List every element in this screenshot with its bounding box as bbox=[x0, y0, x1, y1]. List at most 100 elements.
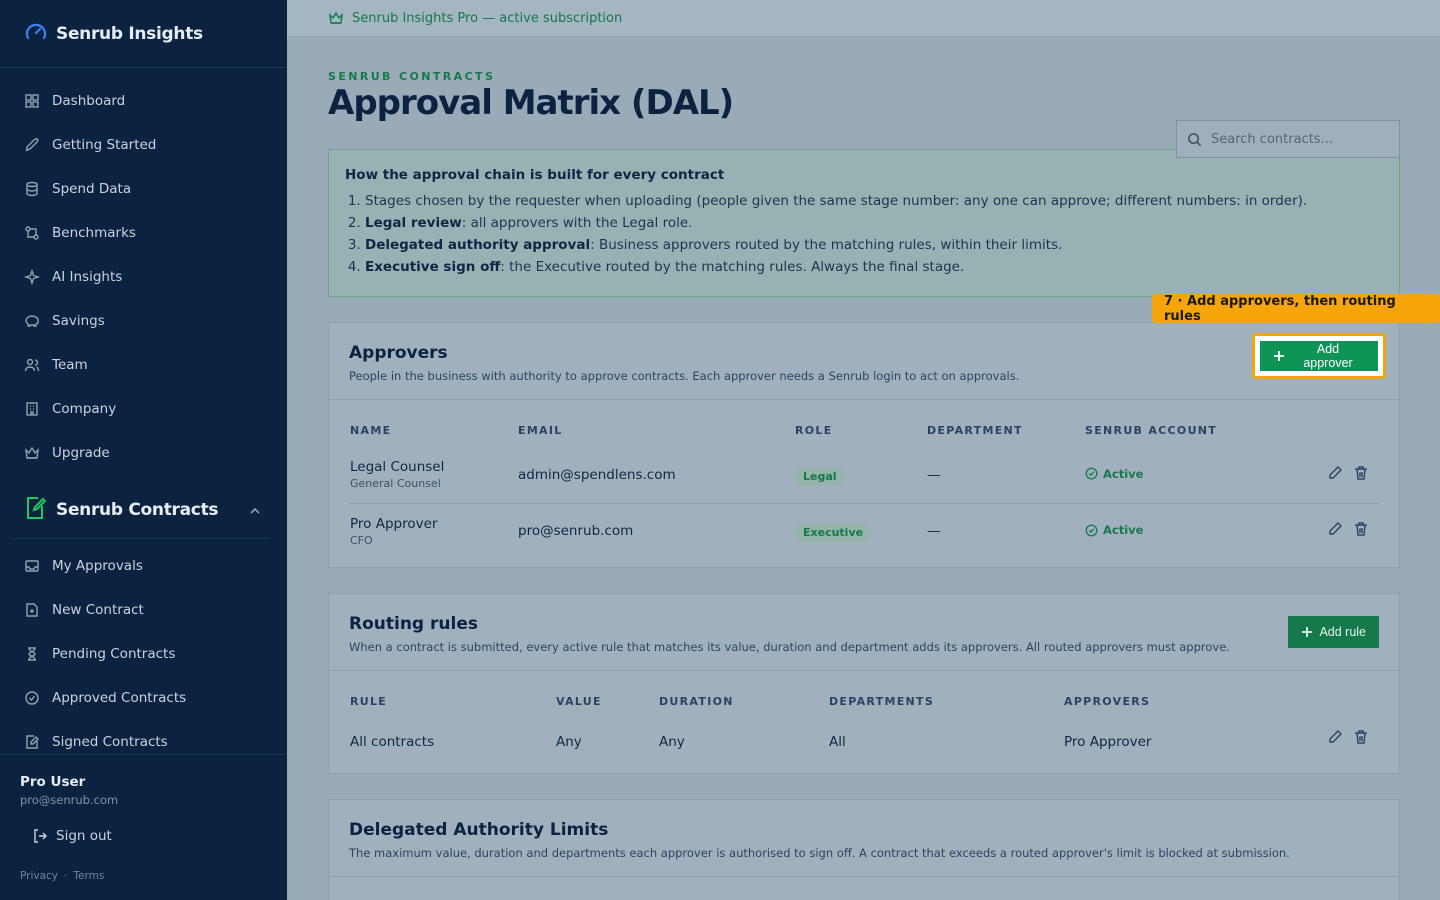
approvers-title: Approvers bbox=[349, 343, 448, 363]
users-icon bbox=[24, 357, 40, 373]
table-row[interactable]: Legal Counsel General Counsel admin@spen… bbox=[349, 458, 1379, 504]
rule-departments: All bbox=[829, 734, 846, 750]
plus-icon bbox=[1301, 626, 1313, 638]
page-eyebrow: SENRUB CONTRACTS bbox=[328, 70, 496, 83]
column-header: SENRUB ACCOUNT bbox=[1085, 423, 1218, 437]
check-circle-icon bbox=[24, 690, 40, 706]
add-rule-button[interactable]: Add rule bbox=[1288, 616, 1379, 648]
routing-header: Routing rules When a contract is submitt… bbox=[329, 594, 1399, 671]
approver-email: admin@spendlens.com bbox=[518, 466, 676, 483]
nav-item-label: Pending Contracts bbox=[52, 646, 176, 662]
banner-text: Senrub Insights Pro — active subscriptio… bbox=[352, 10, 623, 26]
table-row[interactable]: All contracts Any Any All Pro Approver bbox=[349, 729, 1379, 767]
user-name: Pro User bbox=[20, 774, 86, 790]
nav-item-dashboard[interactable]: Dashboard bbox=[0, 79, 287, 123]
trash-icon[interactable] bbox=[1353, 521, 1369, 541]
terms-link[interactable]: Terms bbox=[73, 870, 104, 882]
column-header: DEPARTMENT bbox=[927, 423, 1023, 437]
approvers-header: Approvers People in the business with au… bbox=[329, 323, 1399, 400]
crown-icon bbox=[328, 10, 344, 26]
info-step: Executive sign off: the Executive routed… bbox=[365, 256, 1383, 278]
search-icon bbox=[1187, 132, 1202, 147]
nav-item-ai-insights[interactable]: AI Insights bbox=[0, 255, 287, 299]
database-icon bbox=[24, 181, 40, 197]
signature-icon bbox=[24, 734, 40, 750]
approver-name: Legal Counsel bbox=[350, 459, 445, 475]
legal-separator: · bbox=[64, 870, 68, 882]
nav-item-upgrade[interactable]: Upgrade bbox=[0, 431, 287, 475]
info-step: Delegated authority approval: Business a… bbox=[365, 234, 1383, 256]
edit-icon[interactable] bbox=[1327, 465, 1343, 485]
limits-header: Delegated Authority Limits The maximum v… bbox=[329, 800, 1399, 877]
search-input[interactable]: Search contracts... bbox=[1176, 120, 1400, 158]
table-row[interactable]: Pro Approver CFO pro@senrub.com Executiv… bbox=[349, 504, 1379, 561]
status-text: Active bbox=[1103, 466, 1144, 481]
step-text: : all approvers with the Legal role. bbox=[461, 215, 693, 231]
sign-out-button[interactable]: Sign out bbox=[32, 828, 267, 844]
limits-title: Delegated Authority Limits bbox=[349, 820, 609, 840]
limits-body bbox=[329, 877, 1399, 900]
approver-title: CFO bbox=[350, 533, 373, 547]
nav-item-approved-contracts[interactable]: Approved Contracts bbox=[0, 676, 287, 720]
sidebar: Senrub Insights Dashboard Getting Starte… bbox=[0, 0, 287, 900]
info-step: Stages chosen by the requester when uplo… bbox=[365, 190, 1383, 212]
step-bold: Delegated authority approval bbox=[365, 237, 591, 253]
routing-rules-card: Routing rules When a contract is submitt… bbox=[328, 593, 1400, 774]
nav-item-company[interactable]: Company bbox=[0, 387, 287, 431]
edit-icon[interactable] bbox=[1327, 521, 1343, 541]
table-header-row: NAME EMAIL ROLE DEPARTMENT SENRUB ACCOUN… bbox=[349, 400, 1379, 458]
nav-item-label: Upgrade bbox=[52, 445, 110, 461]
file-plus-icon bbox=[24, 602, 40, 618]
contracts-section-toggle[interactable]: Senrub Contracts bbox=[0, 487, 287, 533]
nav-item-new-contract[interactable]: New Contract bbox=[0, 588, 287, 632]
column-header: NAME bbox=[350, 423, 392, 437]
approver-name-cell: Legal Counsel General Counsel bbox=[349, 459, 518, 490]
approver-title: General Counsel bbox=[350, 477, 441, 490]
main-nav: Dashboard Getting Started Spend Data Ben… bbox=[0, 68, 287, 475]
nav-item-benchmarks[interactable]: Benchmarks bbox=[0, 211, 287, 255]
legal-links: Privacy · Terms bbox=[20, 870, 110, 882]
approvers-table: NAME EMAIL ROLE DEPARTMENT SENRUB ACCOUN… bbox=[329, 400, 1399, 567]
edit-icon[interactable] bbox=[1327, 729, 1343, 749]
gauge-icon bbox=[24, 20, 48, 48]
nav-item-label: Dashboard bbox=[52, 93, 126, 109]
crown-icon bbox=[24, 445, 40, 461]
onboarding-callout: 7 · Add approvers, then routing rules bbox=[1152, 294, 1440, 324]
limits-subtitle: The maximum value, duration and departme… bbox=[349, 846, 1290, 860]
nav-item-label: New Contract bbox=[52, 602, 144, 618]
contracts-nav: My Approvals New Contract Pending Contra… bbox=[0, 544, 287, 764]
nav-item-savings[interactable]: Savings bbox=[0, 299, 287, 343]
role-cell: Legal bbox=[795, 465, 927, 485]
rule-approvers: Pro Approver bbox=[1064, 734, 1152, 750]
role-cell: Executive bbox=[795, 521, 927, 541]
privacy-link[interactable]: Privacy bbox=[20, 870, 58, 882]
rule-duration: Any bbox=[659, 734, 685, 750]
trash-icon[interactable] bbox=[1353, 465, 1369, 485]
trash-icon[interactable] bbox=[1353, 729, 1369, 749]
nav-item-team[interactable]: Team bbox=[0, 343, 287, 387]
plus-icon bbox=[1273, 350, 1285, 362]
grid-icon bbox=[24, 93, 40, 109]
inbox-icon bbox=[24, 558, 40, 574]
chevron-up-icon[interactable] bbox=[249, 502, 261, 521]
brand[interactable]: Senrub Insights bbox=[0, 0, 287, 68]
sparkles-icon bbox=[24, 269, 40, 285]
nav-item-spend-data[interactable]: Spend Data bbox=[0, 167, 287, 211]
hourglass-icon bbox=[24, 646, 40, 662]
role-badge: Executive bbox=[795, 524, 872, 541]
nav-item-pending-contracts[interactable]: Pending Contracts bbox=[0, 632, 287, 676]
building-icon bbox=[24, 401, 40, 417]
user-block: Pro User pro@senrub.com Sign out Privacy… bbox=[0, 754, 287, 900]
nav-item-my-approvals[interactable]: My Approvals bbox=[0, 544, 287, 588]
nav-item-label: Spend Data bbox=[52, 181, 132, 197]
nav-item-label: Signed Contracts bbox=[52, 734, 168, 750]
info-title: How the approval chain is built for ever… bbox=[345, 167, 725, 183]
account-cell: Active bbox=[1085, 465, 1143, 484]
add-approver-button[interactable]: Add approver bbox=[1260, 341, 1378, 371]
nav-item-getting-started[interactable]: Getting Started bbox=[0, 123, 287, 167]
rule-value: Any bbox=[556, 734, 582, 750]
contract-edit-icon bbox=[24, 496, 47, 524]
routing-title: Routing rules bbox=[349, 614, 478, 634]
brand-name: Senrub Insights bbox=[56, 23, 203, 44]
column-header: DURATION bbox=[659, 694, 734, 708]
